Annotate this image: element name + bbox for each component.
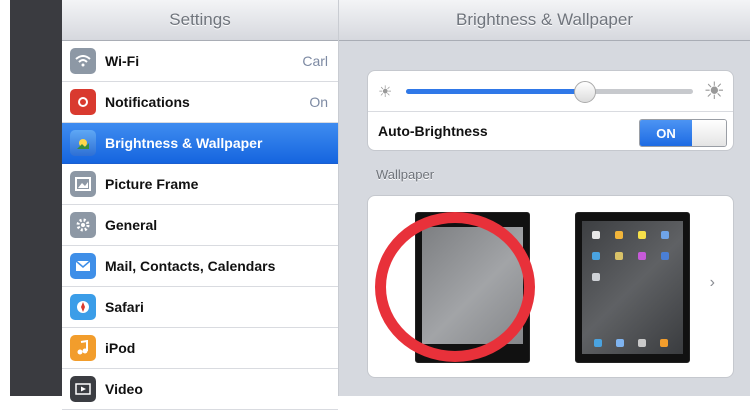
picture-frame-icon	[70, 171, 96, 197]
switch-knob	[692, 120, 726, 146]
brightness-icon	[70, 130, 96, 156]
switch-on-label: ON	[640, 120, 692, 146]
sidebar-item-brightness-wallpaper[interactable]: Brightness & Wallpaper	[62, 123, 338, 164]
sidebar-item-notifications[interactable]: Notifications On	[62, 82, 338, 123]
app-icon	[592, 231, 600, 239]
auto-brightness-label: Auto-Brightness	[378, 123, 488, 139]
sidebar-item-label: General	[105, 217, 158, 233]
brightness-row: ☀ ☀	[368, 71, 733, 112]
left-margin	[0, 0, 10, 396]
slider-thumb[interactable]	[573, 81, 596, 103]
sidebar-item-picture-frame[interactable]: Picture Frame	[62, 164, 338, 205]
dock-icon	[594, 339, 602, 347]
sidebar-item-label: Video	[105, 381, 143, 397]
gear-icon	[70, 212, 96, 238]
sidebar-item-value: On	[309, 94, 328, 110]
sidebar-title: Settings	[62, 0, 338, 41]
sidebar-item-label: Safari	[105, 299, 144, 315]
sidebar-item-safari[interactable]: Safari	[62, 287, 338, 328]
sidebar-item-label: Wi-Fi	[105, 53, 140, 69]
safari-icon	[70, 294, 96, 320]
sidebar-item-label: Mail, Contacts, Calendars	[105, 258, 276, 274]
auto-brightness-switch[interactable]: ON	[639, 119, 727, 147]
app-icon	[638, 231, 646, 239]
sun-small-icon: ☀	[378, 84, 393, 101]
ipod-icon	[70, 335, 96, 361]
sidebar-item-video[interactable]: Video	[62, 369, 338, 410]
settings-sidebar: Settings Wi-Fi Carl Notifications On Bri…	[62, 0, 339, 410]
app-icon	[592, 273, 600, 281]
sidebar-item-label: Notifications	[105, 94, 190, 110]
brightness-group: ☀ ☀ Auto-Brightness ON	[367, 70, 734, 151]
video-icon	[70, 376, 96, 402]
app-icon	[661, 252, 669, 260]
home-screen-preview	[582, 221, 683, 354]
sidebar-item-value: Carl	[302, 53, 328, 69]
dock-icon	[638, 339, 646, 347]
app-icon	[638, 252, 646, 260]
wifi-icon	[70, 48, 96, 74]
page-title: Brightness & Wallpaper	[339, 0, 750, 41]
app-icon	[661, 231, 669, 239]
sidebar-item-label: iPod	[105, 340, 136, 356]
home-screen-wallpaper[interactable]	[575, 212, 690, 363]
sidebar-item-ipod[interactable]: iPod	[62, 328, 338, 369]
brightness-slider[interactable]	[406, 81, 693, 103]
sidebar-item-general[interactable]: General	[62, 205, 338, 246]
app-icon	[592, 252, 600, 260]
sidebar-item-label: Picture Frame	[105, 176, 199, 192]
wallpaper-section-label: Wallpaper	[376, 167, 435, 182]
dock-icon	[660, 339, 668, 347]
auto-brightness-row: Auto-Brightness ON	[368, 112, 733, 150]
mail-icon	[70, 253, 96, 279]
sidebar-item-mail[interactable]: Mail, Contacts, Calendars	[62, 246, 338, 287]
chevron-right-icon: ›	[709, 274, 715, 291]
slider-fill	[406, 89, 584, 94]
highlight-circle	[375, 212, 535, 362]
dock-icon	[616, 339, 624, 347]
sidebar-item-wifi[interactable]: Wi-Fi Carl	[62, 41, 338, 82]
notifications-icon	[70, 89, 96, 115]
app-icon	[615, 252, 623, 260]
device-bezel	[10, 0, 62, 396]
sidebar-item-label: Brightness & Wallpaper	[105, 135, 263, 151]
sun-large-icon: ☀	[703, 78, 725, 105]
app-icon	[615, 231, 623, 239]
